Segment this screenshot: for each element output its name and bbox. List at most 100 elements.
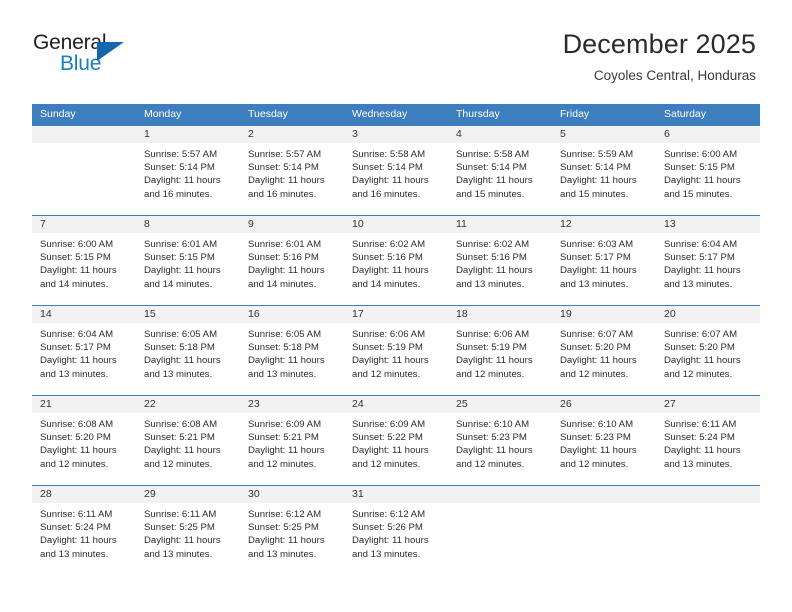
- calendar-day-cell[interactable]: 27 Sunrise: 6:11 AM Sunset: 5:24 PM Dayligh…: [656, 395, 760, 485]
- day-number: 29: [136, 486, 240, 503]
- calendar-day-cell[interactable]: 1 Sunrise: 5:57 AM Sunset: 5:14 PM Daylight…: [136, 125, 240, 215]
- sunrise-time: Sunrise: 6:11 AM: [664, 419, 737, 430]
- calendar-day-cell[interactable]: 19 Sunrise: 6:07 AM Sunset: 5:20 PM Dayligh…: [552, 305, 656, 395]
- daylight-duration-line1: Daylight: 11 hours: [248, 535, 325, 547]
- calendar-day-cell[interactable]: 15 Sunrise: 6:05 AM Sunset: 5:18 PM Dayligh…: [136, 305, 240, 395]
- daylight-duration-line1: Daylight: 11 hours: [248, 445, 325, 457]
- calendar-cell: 23 Sunrise: 6:09 AM Sunset: 5:21 PM Dayligh…: [240, 395, 344, 485]
- weekday-header-friday: Friday: [552, 104, 656, 125]
- day-number: [32, 126, 136, 143]
- day-details: Sunrise: 6:12 AM Sunset: 5:26 PM Daylight:…: [344, 503, 448, 561]
- sunset-time: Sunset: 5:21 PM: [248, 432, 319, 444]
- day-number: 28: [32, 486, 136, 503]
- daylight-duration-line1: Daylight: 11 hours: [144, 175, 221, 187]
- title-block: December 2025 Coyoles Central, Honduras: [563, 28, 756, 86]
- calendar-day-cell[interactable]: 5 Sunrise: 5:59 AM Sunset: 5:14 PM Daylight…: [552, 125, 656, 215]
- calendar-day-cell[interactable]: 14 Sunrise: 6:04 AM Sunset: 5:17 PM Dayligh…: [32, 305, 136, 395]
- sunset-time: Sunset: 5:16 PM: [352, 252, 423, 264]
- daylight-duration-line2: and 12 minutes.: [456, 458, 525, 470]
- calendar-day-cell[interactable]: 12 Sunrise: 6:03 AM Sunset: 5:17 PM Dayligh…: [552, 215, 656, 305]
- calendar-day-cell[interactable]: 11 Sunrise: 6:02 AM Sunset: 5:16 PM Dayligh…: [448, 215, 552, 305]
- calendar-day-cell[interactable]: 28 Sunrise: 6:11 AM Sunset: 5:24 PM Dayligh…: [32, 485, 136, 575]
- sunrise-time: Sunrise: 6:08 AM: [40, 419, 114, 430]
- calendar-day-cell[interactable]: 23 Sunrise: 6:09 AM Sunset: 5:21 PM Dayligh…: [240, 395, 344, 485]
- general-blue-logo[interactable]: General Blue: [33, 32, 153, 78]
- daylight-duration-line1: Daylight: 11 hours: [40, 535, 117, 547]
- calendar-day-cell-empty: [32, 125, 136, 215]
- page-header: General Blue December 2025 Coyoles Centr…: [0, 0, 792, 83]
- day-number: 5: [552, 126, 656, 143]
- blue-triangle-icon: [97, 42, 124, 61]
- sunset-time: Sunset: 5:25 PM: [144, 522, 215, 534]
- sunset-time: Sunset: 5:15 PM: [144, 252, 215, 264]
- sunrise-time: Sunrise: 6:07 AM: [664, 329, 738, 340]
- sunset-time: Sunset: 5:20 PM: [560, 342, 631, 354]
- day-details: Sunrise: 5:57 AM Sunset: 5:14 PM Daylight:…: [240, 143, 344, 201]
- sunrise-time: Sunrise: 5:57 AM: [248, 149, 322, 160]
- daylight-duration-line1: Daylight: 11 hours: [40, 355, 117, 367]
- calendar-day-cell[interactable]: 6 Sunrise: 6:00 AM Sunset: 5:15 PM Daylight…: [656, 125, 760, 215]
- sunrise-time: Sunrise: 6:05 AM: [144, 329, 218, 340]
- calendar-week-row: 7 Sunrise: 6:00 AM Sunset: 5:15 PM Daylight…: [32, 215, 760, 305]
- calendar-day-cell[interactable]: 9 Sunrise: 6:01 AM Sunset: 5:16 PM Daylight…: [240, 215, 344, 305]
- calendar-day-cell[interactable]: 17 Sunrise: 6:06 AM Sunset: 5:19 PM Dayligh…: [344, 305, 448, 395]
- calendar-day-cell[interactable]: 2 Sunrise: 5:57 AM Sunset: 5:14 PM Daylight…: [240, 125, 344, 215]
- sunset-time: Sunset: 5:23 PM: [560, 432, 631, 444]
- daylight-duration-line2: and 12 minutes.: [560, 458, 629, 470]
- daylight-duration-line2: and 12 minutes.: [40, 458, 109, 470]
- day-number: 9: [240, 216, 344, 233]
- calendar-day-cell[interactable]: 25 Sunrise: 6:10 AM Sunset: 5:23 PM Dayligh…: [448, 395, 552, 485]
- calendar-day-cell[interactable]: 13 Sunrise: 6:04 AM Sunset: 5:17 PM Dayligh…: [656, 215, 760, 305]
- daylight-duration-line2: and 13 minutes.: [560, 278, 629, 290]
- daylight-duration-line1: Daylight: 11 hours: [560, 265, 637, 277]
- day-number: 2: [240, 126, 344, 143]
- calendar-day-cell[interactable]: 16 Sunrise: 6:05 AM Sunset: 5:18 PM Dayligh…: [240, 305, 344, 395]
- calendar-day-cell[interactable]: 21 Sunrise: 6:08 AM Sunset: 5:20 PM Dayligh…: [32, 395, 136, 485]
- day-number: [448, 486, 552, 503]
- day-number: 12: [552, 216, 656, 233]
- calendar-day-cell[interactable]: 3 Sunrise: 5:58 AM Sunset: 5:14 PM Daylight…: [344, 125, 448, 215]
- sunset-time: Sunset: 5:15 PM: [664, 162, 735, 174]
- daylight-duration-line1: Daylight: 11 hours: [248, 175, 325, 187]
- calendar-day-cell[interactable]: 4 Sunrise: 5:58 AM Sunset: 5:14 PM Daylight…: [448, 125, 552, 215]
- calendar-day-cell[interactable]: 31 Sunrise: 6:12 AM Sunset: 5:26 PM Dayligh…: [344, 485, 448, 575]
- day-details: Sunrise: 6:11 AM Sunset: 5:24 PM Daylight:…: [656, 413, 760, 471]
- daylight-duration-line1: Daylight: 11 hours: [456, 265, 533, 277]
- calendar-cell: 3 Sunrise: 5:58 AM Sunset: 5:14 PM Daylight…: [344, 125, 448, 215]
- day-number: 15: [136, 306, 240, 323]
- day-number: 21: [32, 396, 136, 413]
- calendar-day-cell[interactable]: 18 Sunrise: 6:06 AM Sunset: 5:19 PM Dayligh…: [448, 305, 552, 395]
- calendar-cell: 28 Sunrise: 6:11 AM Sunset: 5:24 PM Dayligh…: [32, 485, 136, 575]
- daylight-duration-line2: and 13 minutes.: [40, 368, 109, 380]
- brand-name-blue: Blue: [60, 52, 102, 75]
- calendar-day-cell[interactable]: 30 Sunrise: 6:12 AM Sunset: 5:25 PM Dayligh…: [240, 485, 344, 575]
- daylight-duration-line1: Daylight: 11 hours: [248, 355, 325, 367]
- day-details: Sunrise: 5:59 AM Sunset: 5:14 PM Daylight:…: [552, 143, 656, 201]
- day-details: Sunrise: 6:03 AM Sunset: 5:17 PM Daylight:…: [552, 233, 656, 291]
- day-number: 7: [32, 216, 136, 233]
- calendar-day-cell[interactable]: 24 Sunrise: 6:09 AM Sunset: 5:22 PM Dayligh…: [344, 395, 448, 485]
- daylight-duration-line1: Daylight: 11 hours: [664, 445, 741, 457]
- calendar-day-cell[interactable]: 7 Sunrise: 6:00 AM Sunset: 5:15 PM Daylight…: [32, 215, 136, 305]
- calendar-day-cell[interactable]: 26 Sunrise: 6:10 AM Sunset: 5:23 PM Dayligh…: [552, 395, 656, 485]
- calendar-cell: 19 Sunrise: 6:07 AM Sunset: 5:20 PM Dayligh…: [552, 305, 656, 395]
- sunrise-time: Sunrise: 6:12 AM: [248, 509, 322, 520]
- day-details: Sunrise: 6:10 AM Sunset: 5:23 PM Daylight:…: [552, 413, 656, 471]
- calendar-day-cell[interactable]: 29 Sunrise: 6:11 AM Sunset: 5:25 PM Dayligh…: [136, 485, 240, 575]
- calendar-day-cell[interactable]: 8 Sunrise: 6:01 AM Sunset: 5:15 PM Daylight…: [136, 215, 240, 305]
- calendar-day-cell[interactable]: 10 Sunrise: 6:02 AM Sunset: 5:16 PM Dayligh…: [344, 215, 448, 305]
- daylight-duration-line2: and 12 minutes.: [352, 368, 421, 380]
- day-number: 30: [240, 486, 344, 503]
- day-number: 17: [344, 306, 448, 323]
- weekday-header-saturday: Saturday: [656, 104, 760, 125]
- sunset-time: Sunset: 5:15 PM: [40, 252, 111, 264]
- day-number: [552, 486, 656, 503]
- calendar-day-cell[interactable]: 22 Sunrise: 6:08 AM Sunset: 5:21 PM Dayligh…: [136, 395, 240, 485]
- calendar-cell: 21 Sunrise: 6:08 AM Sunset: 5:20 PM Dayligh…: [32, 395, 136, 485]
- day-details: Sunrise: 6:07 AM Sunset: 5:20 PM Daylight:…: [552, 323, 656, 381]
- day-details: Sunrise: 6:08 AM Sunset: 5:21 PM Daylight:…: [136, 413, 240, 471]
- day-details: Sunrise: 6:04 AM Sunset: 5:17 PM Daylight:…: [32, 323, 136, 381]
- sunset-time: Sunset: 5:21 PM: [144, 432, 215, 444]
- calendar-body: 1 Sunrise: 5:57 AM Sunset: 5:14 PM Daylight…: [32, 125, 760, 575]
- calendar-day-cell[interactable]: 20 Sunrise: 6:07 AM Sunset: 5:20 PM Dayligh…: [656, 305, 760, 395]
